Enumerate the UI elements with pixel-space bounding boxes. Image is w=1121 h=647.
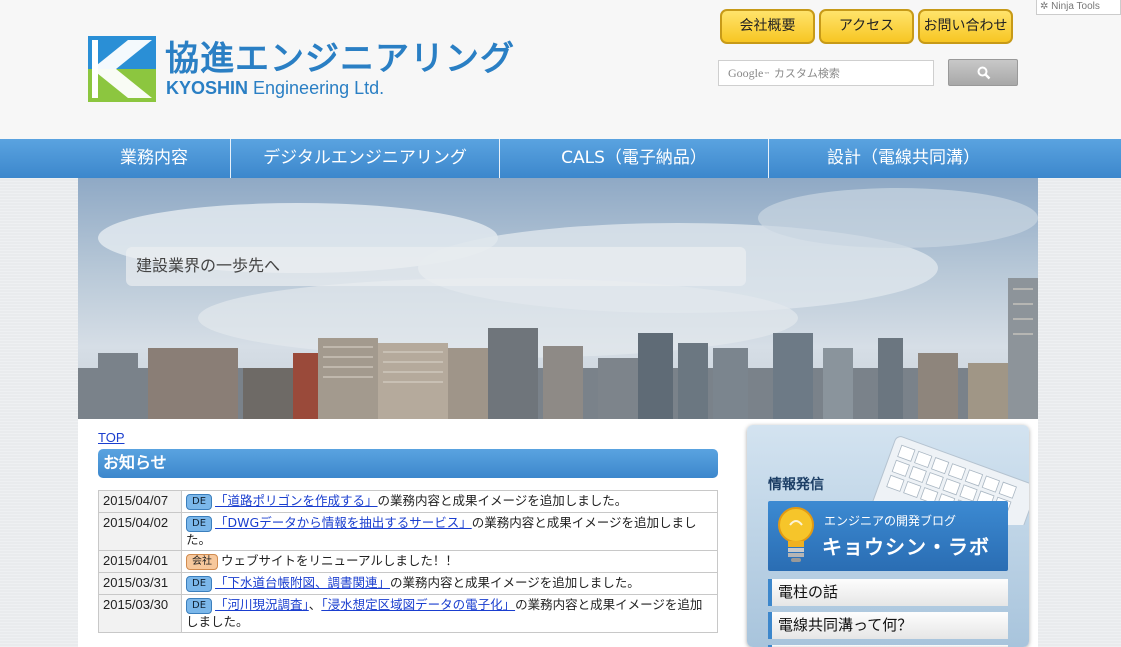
site-search-input[interactable]: Google™ カスタム検索 [718, 60, 934, 86]
nav-item-cals[interactable]: CALS（電子納品） [500, 139, 769, 178]
news-table: 2015/04/07 DE 「道路ポリゴンを作成する」の業務内容と成果イメージを追… [98, 490, 718, 633]
news-date: 2015/03/31 [98, 572, 182, 595]
news-row: 2015/04/02 DE 「DWGデータから情報を抽出するサービス」の業務内容と… [98, 512, 718, 551]
sidebar-link-cable-trench[interactable]: 電線共同溝って何？ [768, 612, 1008, 639]
search-icon [977, 66, 991, 80]
city-skyline-image [78, 188, 1038, 419]
news-row: 2015/03/30 DE 「河川現況調査」、「浸水想定区域図データの電子化」の業… [98, 594, 718, 633]
nav-item-digital-engineering[interactable]: デジタルエンジニアリング [231, 139, 500, 178]
news-body: DE 「下水道台帳附図、調書関連」の業務内容と成果イメージを追加しました。 [181, 572, 718, 595]
news-link[interactable]: 「河川現況調査」 [215, 597, 309, 612]
news-separator: 、 [308, 597, 322, 612]
news-link[interactable]: 「下水道台帳附図、調書関連」 [215, 575, 390, 590]
blog-title: キョウシン・ラボ [822, 535, 990, 559]
lightbulb-icon [778, 507, 814, 562]
news-row: 2015/04/01 会社 ウェブサイトをリニューアルしました！！ [98, 550, 718, 573]
news-date: 2015/04/01 [98, 550, 182, 573]
nav-item-design[interactable]: 設計（電線共同溝） [769, 139, 1038, 178]
category-tag-de: DE [186, 494, 213, 510]
logo-en-rest: Engineering Ltd. [248, 78, 385, 98]
hero-tagline: 建設業界の一歩先へ [126, 247, 746, 286]
category-tag-de: DE [186, 576, 213, 592]
hero-banner [78, 178, 1038, 419]
logo-japanese-name[interactable]: 協進エンジニアリング [165, 31, 515, 80]
category-tag-de: DE [186, 516, 213, 532]
news-date: 2015/04/07 [98, 490, 182, 513]
news-row: 2015/04/07 DE 「道路ポリゴンを作成する」の業務内容と成果イメージを追… [98, 490, 718, 513]
company-logo-icon[interactable] [88, 36, 156, 102]
logo-en-bold: KYOSHIN [166, 78, 249, 98]
search-button[interactable] [948, 59, 1018, 86]
category-tag-de: DE [186, 598, 213, 614]
contact-button[interactable]: お問い合わせ [918, 9, 1013, 44]
nav-item-services[interactable]: 業務内容 [78, 139, 231, 178]
news-body: 会社 ウェブサイトをリニューアルしました！！ [181, 550, 718, 573]
search-placeholder: カスタム検索 [773, 67, 840, 80]
breadcrumb-top-link[interactable]: TOP [98, 430, 125, 445]
ninja-tools-label: Ninja Tools [1051, 1, 1100, 12]
news-text: ウェブサイトをリニューアルしました！！ [221, 553, 458, 568]
access-button[interactable]: アクセス [819, 9, 914, 44]
blog-banner[interactable]: エンジニアの開発ブログ キョウシン・ラボ [768, 501, 1008, 571]
category-tag-company: 会社 [186, 554, 218, 570]
ninja-tools-badge[interactable]: ✲ Ninja Tools [1036, 0, 1121, 15]
google-wordmark: Google [728, 66, 764, 80]
news-link[interactable]: 「道路ポリゴンを作成する」 [215, 493, 378, 508]
company-overview-button[interactable]: 会社概要 [720, 9, 815, 44]
news-body: DE 「河川現況調査」、「浸水想定区域図データの電子化」の業務内容と成果イメージを… [181, 594, 718, 633]
news-text: の業務内容と成果イメージを追加しました。 [377, 493, 628, 508]
news-text: の業務内容と成果イメージを追加しました。 [390, 575, 640, 590]
news-date: 2015/03/30 [98, 594, 182, 633]
news-body: DE 「DWGデータから情報を抽出するサービス」の業務内容と成果イメージを追加しま… [181, 512, 718, 551]
news-row: 2015/03/31 DE 「下水道台帳附図、調書関連」の業務内容と成果イメージを… [98, 572, 718, 595]
sidebar-link-utility-pole[interactable]: 電柱の話 [768, 579, 1008, 606]
news-body: DE 「道路ポリゴンを作成する」の業務内容と成果イメージを追加しました。 [181, 490, 718, 513]
blog-subtitle: エンジニアの開発ブログ [824, 514, 957, 528]
news-link[interactable]: 「浸水想定区域図データの電子化」 [321, 597, 515, 612]
logo-english-name[interactable]: KYOSHIN Engineering Ltd. [166, 78, 384, 99]
sidebar-heading: 情報発信 [768, 477, 824, 493]
news-date: 2015/04/02 [98, 512, 182, 551]
news-link[interactable]: 「DWGデータから情報を抽出するサービス」 [215, 515, 472, 530]
news-section-title: お知らせ [98, 449, 718, 478]
